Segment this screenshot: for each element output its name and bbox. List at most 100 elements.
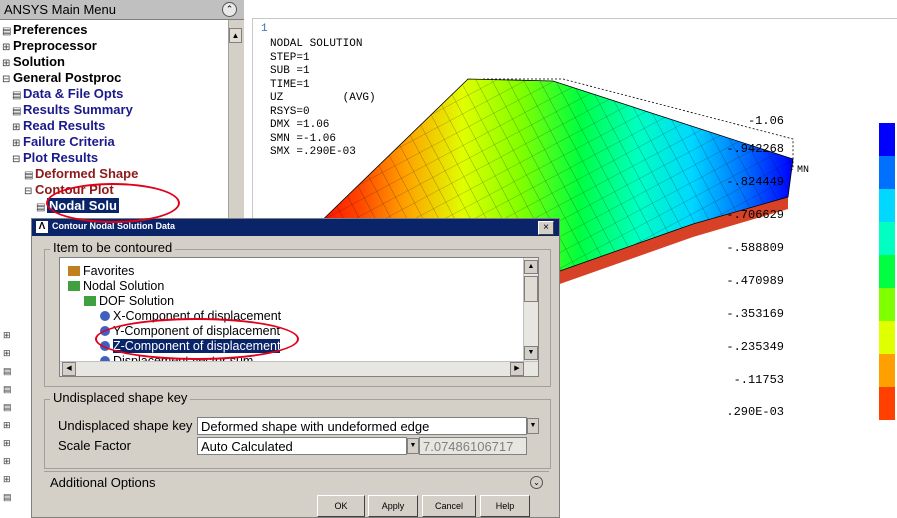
menu-item-label: Deformed Shape bbox=[35, 166, 139, 181]
close-button[interactable]: × bbox=[538, 221, 554, 235]
info-line: DMX =1.06 bbox=[270, 119, 330, 131]
result-item-icon bbox=[100, 341, 110, 351]
additional-options-label: Additional Options bbox=[50, 475, 156, 490]
scroll-left-icon[interactable]: ◀ bbox=[62, 362, 76, 376]
help-button[interactable]: Help bbox=[480, 495, 530, 517]
tree-item-label: Y-Component of displacement bbox=[113, 324, 280, 338]
menu-item-label: Solution bbox=[13, 54, 65, 69]
menu-item-icon[interactable]: ▤ bbox=[3, 384, 13, 394]
legend-swatch bbox=[879, 387, 895, 420]
tree-item-label: Z-Component of displacement bbox=[113, 339, 281, 353]
scroll-up-icon[interactable]: ▲ bbox=[524, 260, 538, 274]
chevron-down-icon[interactable]: ▼ bbox=[407, 438, 419, 454]
tree-vertical-scrollbar[interactable]: ▲ ▼ bbox=[523, 258, 538, 362]
expand-icon[interactable]: ⌄ bbox=[530, 476, 543, 489]
contour-nodal-solution-dialog: Λ Contour Nodal Solution Data × Item to … bbox=[31, 218, 560, 518]
legend-swatch bbox=[879, 255, 895, 288]
plot-info-block: NODAL SOLUTION STEP=1 SUB =1 TIME=1 UZ (… bbox=[270, 38, 376, 160]
menu-item-icon[interactable]: ▤ bbox=[3, 366, 13, 376]
info-line: NODAL SOLUTION bbox=[270, 38, 363, 50]
menu-item-nodal-solu[interactable]: ▤ Nodal Solu bbox=[36, 198, 119, 216]
dialog-titlebar[interactable]: Λ Contour Nodal Solution Data × bbox=[32, 219, 559, 236]
legend-swatch bbox=[879, 189, 895, 222]
legend-value: -.470989 bbox=[726, 274, 784, 288]
expand-icon[interactable]: ⊞ bbox=[3, 330, 13, 340]
legend-swatch bbox=[879, 321, 895, 354]
result-item-icon bbox=[100, 326, 110, 336]
legend-value: -.706629 bbox=[726, 208, 784, 222]
tree-item-x-displacement[interactable]: X-Component of displacement bbox=[100, 309, 281, 324]
window-number: 1 bbox=[261, 23, 268, 35]
expand-icon[interactable]: ⊞ bbox=[3, 456, 13, 466]
result-item-icon bbox=[100, 311, 110, 321]
undisplaced-shape-key-label: Undisplaced shape key bbox=[58, 418, 193, 433]
tree-item-z-displacement[interactable]: Z-Component of displacement bbox=[100, 339, 281, 354]
scroll-up-icon[interactable]: ▲ bbox=[229, 28, 242, 43]
menu-item-label: Results Summary bbox=[23, 102, 133, 117]
info-line: SUB =1 bbox=[270, 65, 310, 77]
info-line: UZ (AVG) bbox=[270, 92, 376, 104]
group-label: Undisplaced shape key bbox=[50, 390, 191, 405]
tree-item-label: DOF Solution bbox=[99, 294, 175, 308]
tree-item-label: Nodal Solution bbox=[83, 279, 165, 293]
legend-value: -.235349 bbox=[726, 340, 784, 354]
legend-swatch bbox=[879, 123, 895, 156]
group-label: Item to be contoured bbox=[50, 240, 176, 255]
collapse-icon[interactable]: ⌃ bbox=[222, 2, 237, 17]
collapse-tree-icon: ⊟ bbox=[12, 154, 21, 165]
legend-swatch bbox=[879, 222, 895, 255]
menu-item-label: Read Results bbox=[23, 118, 106, 133]
tree-item-label: X-Component of displacement bbox=[113, 309, 282, 323]
scale-factor-mode-select[interactable]: Auto Calculated bbox=[197, 437, 407, 455]
scale-factor-label: Scale Factor bbox=[58, 438, 131, 453]
menu-item-label: Plot Results bbox=[23, 150, 99, 165]
legend-value: -.588809 bbox=[726, 241, 784, 255]
menu-item-label: Preferences bbox=[13, 22, 88, 37]
tree-item-label: Favorites bbox=[83, 264, 135, 278]
menu-item-icon[interactable]: ▤ bbox=[3, 492, 13, 502]
chevron-down-icon[interactable]: ▼ bbox=[527, 418, 539, 434]
collapse-tree-icon: ⊟ bbox=[24, 186, 33, 197]
expand-icon[interactable]: ⊞ bbox=[3, 420, 13, 430]
info-line: TIME=1 bbox=[270, 78, 310, 91]
expand-icon[interactable]: ⊞ bbox=[3, 438, 13, 448]
menu-item-label: Data & File Opts bbox=[23, 86, 124, 101]
legend-swatch bbox=[879, 156, 895, 189]
scroll-down-icon[interactable]: ▼ bbox=[524, 346, 538, 360]
scale-factor-value[interactable]: 7.07486106717 bbox=[419, 437, 527, 455]
legend-swatch bbox=[879, 288, 895, 321]
additional-options-header[interactable]: Additional Options ⌄ bbox=[44, 471, 549, 492]
menu-item-icon: ▤ bbox=[36, 202, 46, 213]
legend-value: -.353169 bbox=[726, 307, 784, 321]
legend-value: -.824449 bbox=[726, 175, 784, 189]
menu-item-icon[interactable]: ▤ bbox=[3, 402, 13, 412]
dialog-title: Contour Nodal Solution Data bbox=[52, 221, 175, 231]
info-line: SMN =-1.06 bbox=[270, 132, 337, 145]
scroll-right-icon[interactable]: ▶ bbox=[510, 362, 524, 376]
legend-value: -1.06 bbox=[747, 114, 784, 128]
tree-horizontal-scrollbar[interactable]: ◀ ▶ bbox=[60, 361, 538, 376]
tree-item-y-displacement[interactable]: Y-Component of displacement bbox=[100, 324, 280, 339]
info-line: RSYS=0 bbox=[270, 105, 310, 118]
legend-value: -.942268 bbox=[726, 142, 784, 156]
ok-button[interactable]: OK bbox=[317, 495, 365, 517]
undisplaced-shape-key-select[interactable]: Deformed shape with undeformed edge bbox=[197, 417, 527, 435]
result-item-tree[interactable]: Favorites Nodal Solution DOF Solution X-… bbox=[59, 257, 539, 377]
menu-item-label: Preprocessor bbox=[13, 38, 97, 53]
tree-item-dof-solution[interactable]: DOF Solution bbox=[84, 294, 174, 309]
min-node-label: MN bbox=[797, 165, 810, 176]
folder-icon bbox=[84, 296, 96, 306]
expand-icon[interactable]: ⊞ bbox=[3, 348, 13, 358]
scroll-thumb[interactable] bbox=[524, 276, 538, 302]
main-menu-titlebar: ANSYS Main Menu ⌃ bbox=[0, 0, 244, 20]
menu-item-label: General Postproc bbox=[13, 70, 122, 85]
apply-button[interactable]: Apply bbox=[368, 495, 418, 517]
tree-item-nodal-solution[interactable]: Nodal Solution bbox=[68, 279, 164, 294]
info-line: SMX =.290E-03 bbox=[270, 146, 356, 158]
tree-item-favorites[interactable]: Favorites bbox=[68, 264, 134, 279]
info-line: STEP=1 bbox=[270, 51, 310, 64]
menu-item-label: Contour Plot bbox=[35, 182, 114, 197]
cancel-button[interactable]: Cancel bbox=[422, 495, 476, 517]
legend-value: .290E-03 bbox=[726, 405, 784, 419]
expand-icon[interactable]: ⊞ bbox=[3, 474, 13, 484]
